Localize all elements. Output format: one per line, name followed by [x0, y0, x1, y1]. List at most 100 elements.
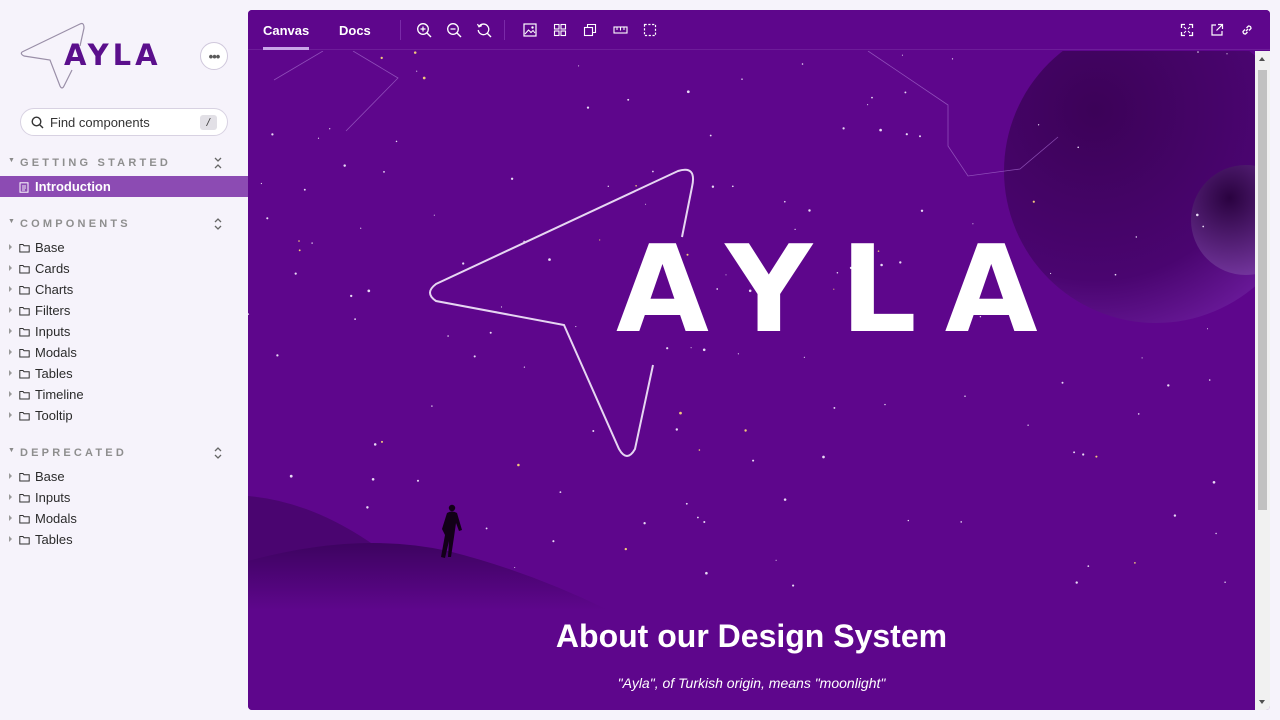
star-dot [652, 170, 654, 173]
star-dot [303, 188, 306, 191]
star-dot [578, 65, 580, 67]
sidebar-item-timeline[interactable]: Timeline [0, 384, 248, 405]
viewport-button[interactable] [581, 21, 599, 39]
star-dot [473, 355, 476, 358]
search-input[interactable] [50, 114, 190, 130]
sidebar-item-introduction[interactable]: Introduction [0, 176, 248, 197]
star-dot [289, 474, 293, 478]
section-getting-started[interactable]: ▼ GETTING STARTED [0, 154, 248, 172]
star-dot [500, 306, 503, 308]
brand-logo[interactable]: AYLA [20, 20, 170, 90]
sidebar-item-label: Inputs [35, 490, 71, 505]
star-dot [1202, 225, 1205, 228]
star-dot [731, 185, 734, 188]
caret-down-icon: ▼ [8, 218, 15, 225]
folder-icon [19, 391, 30, 400]
measure-button[interactable] [611, 21, 629, 39]
grid-button[interactable] [551, 21, 569, 39]
sidebar-item-inputs[interactable]: Inputs [0, 487, 248, 508]
outline-icon [643, 23, 657, 37]
star-dot [627, 98, 630, 101]
star-dot [686, 90, 690, 94]
copy-link-button[interactable] [1238, 21, 1256, 39]
sidebar-item-base[interactable]: Base [0, 466, 248, 487]
sidebar-item-tables[interactable]: Tables [0, 529, 248, 550]
star-dot [964, 395, 966, 397]
sidebar-item-base[interactable]: Base [0, 237, 248, 258]
tab-label: Canvas [263, 22, 310, 38]
section-deprecated[interactable]: ▼ DEPRECATED [0, 444, 248, 462]
sidebar-item-modals[interactable]: Modals [0, 342, 248, 363]
scrollbar-thumb[interactable] [1258, 70, 1267, 510]
zoom-out-button[interactable] [445, 21, 463, 39]
star-dot [1173, 514, 1177, 517]
outline-button[interactable] [641, 21, 659, 39]
open-new-tab-button[interactable] [1208, 21, 1226, 39]
sidebar-item-label: Modals [35, 511, 77, 526]
sidebar: AYLA ••• / ▼ GETTING STARTED Introductio… [0, 0, 248, 720]
star-dot [1032, 200, 1035, 203]
sidebar-item-label: Filters [35, 303, 71, 318]
star-dot [354, 318, 356, 320]
caret-down-icon: ▼ [8, 447, 15, 454]
star-dot [607, 185, 610, 188]
star-dot [373, 443, 377, 446]
star-dot [1037, 124, 1040, 126]
sidebar-item-tables[interactable]: Tables [0, 363, 248, 384]
expand-arrow-icon [9, 536, 12, 542]
star-dot [298, 249, 301, 252]
tab-canvas[interactable]: Canvas [263, 10, 310, 50]
star-dot [1073, 451, 1076, 454]
star-dot [380, 56, 383, 60]
star-dot [1197, 51, 1199, 53]
star-dot [871, 96, 873, 99]
background-button[interactable] [521, 21, 539, 39]
star-dot [1061, 381, 1064, 384]
sidebar-item-tooltip[interactable]: Tooltip [0, 405, 248, 426]
star-dot [698, 449, 701, 451]
sidebar-item-filters[interactable]: Filters [0, 300, 248, 321]
star-dot [919, 135, 921, 138]
section-components[interactable]: ▼ COMPONENTS [0, 215, 248, 233]
star-dot [416, 479, 420, 482]
folder-icon [19, 244, 30, 253]
sidebar-item-cards[interactable]: Cards [0, 258, 248, 279]
collapse-all-icon[interactable] [212, 154, 224, 172]
tab-docs[interactable]: Docs [339, 10, 371, 50]
more-options-button[interactable]: ••• [200, 42, 228, 70]
sidebar-item-inputs[interactable]: Inputs [0, 321, 248, 342]
star-dot [867, 104, 869, 106]
scroll-up-icon[interactable] [1259, 57, 1265, 61]
sidebar-item-charts[interactable]: Charts [0, 279, 248, 300]
preview-panel: Canvas Docs AYLA About our Design System… [248, 10, 1270, 710]
star-dot [1137, 413, 1140, 415]
star-dot [416, 70, 418, 72]
sidebar-item-modals[interactable]: Modals [0, 508, 248, 529]
star-dot [413, 51, 417, 54]
star-dot [514, 566, 516, 569]
zoom-in-button[interactable] [415, 21, 433, 39]
search-box[interactable]: / [20, 108, 228, 136]
sidebar-item-label: Tables [35, 532, 73, 547]
sidebar-item-label: Base [35, 240, 65, 255]
star-dot [422, 76, 426, 80]
section-title: COMPONENTS [20, 218, 131, 230]
vertical-scrollbar[interactable] [1255, 51, 1270, 710]
expand-all-icon[interactable] [212, 444, 224, 462]
fullscreen-button[interactable] [1178, 21, 1196, 39]
star-dot [705, 571, 708, 575]
person-silhouette-icon [441, 504, 462, 558]
star-dot [559, 491, 562, 494]
expand-all-icon[interactable] [212, 215, 224, 233]
star-dot [1208, 379, 1211, 381]
star-dot [1095, 455, 1098, 458]
reset-zoom-button[interactable] [475, 21, 493, 39]
scroll-down-icon[interactable] [1259, 700, 1265, 704]
star-dot [905, 133, 908, 136]
viewport-icon [583, 23, 597, 37]
expand-arrow-icon [9, 265, 12, 271]
star-dot [884, 403, 886, 406]
star-dot [317, 137, 320, 139]
expand-arrow-icon [9, 328, 12, 334]
star-dot [822, 455, 825, 459]
